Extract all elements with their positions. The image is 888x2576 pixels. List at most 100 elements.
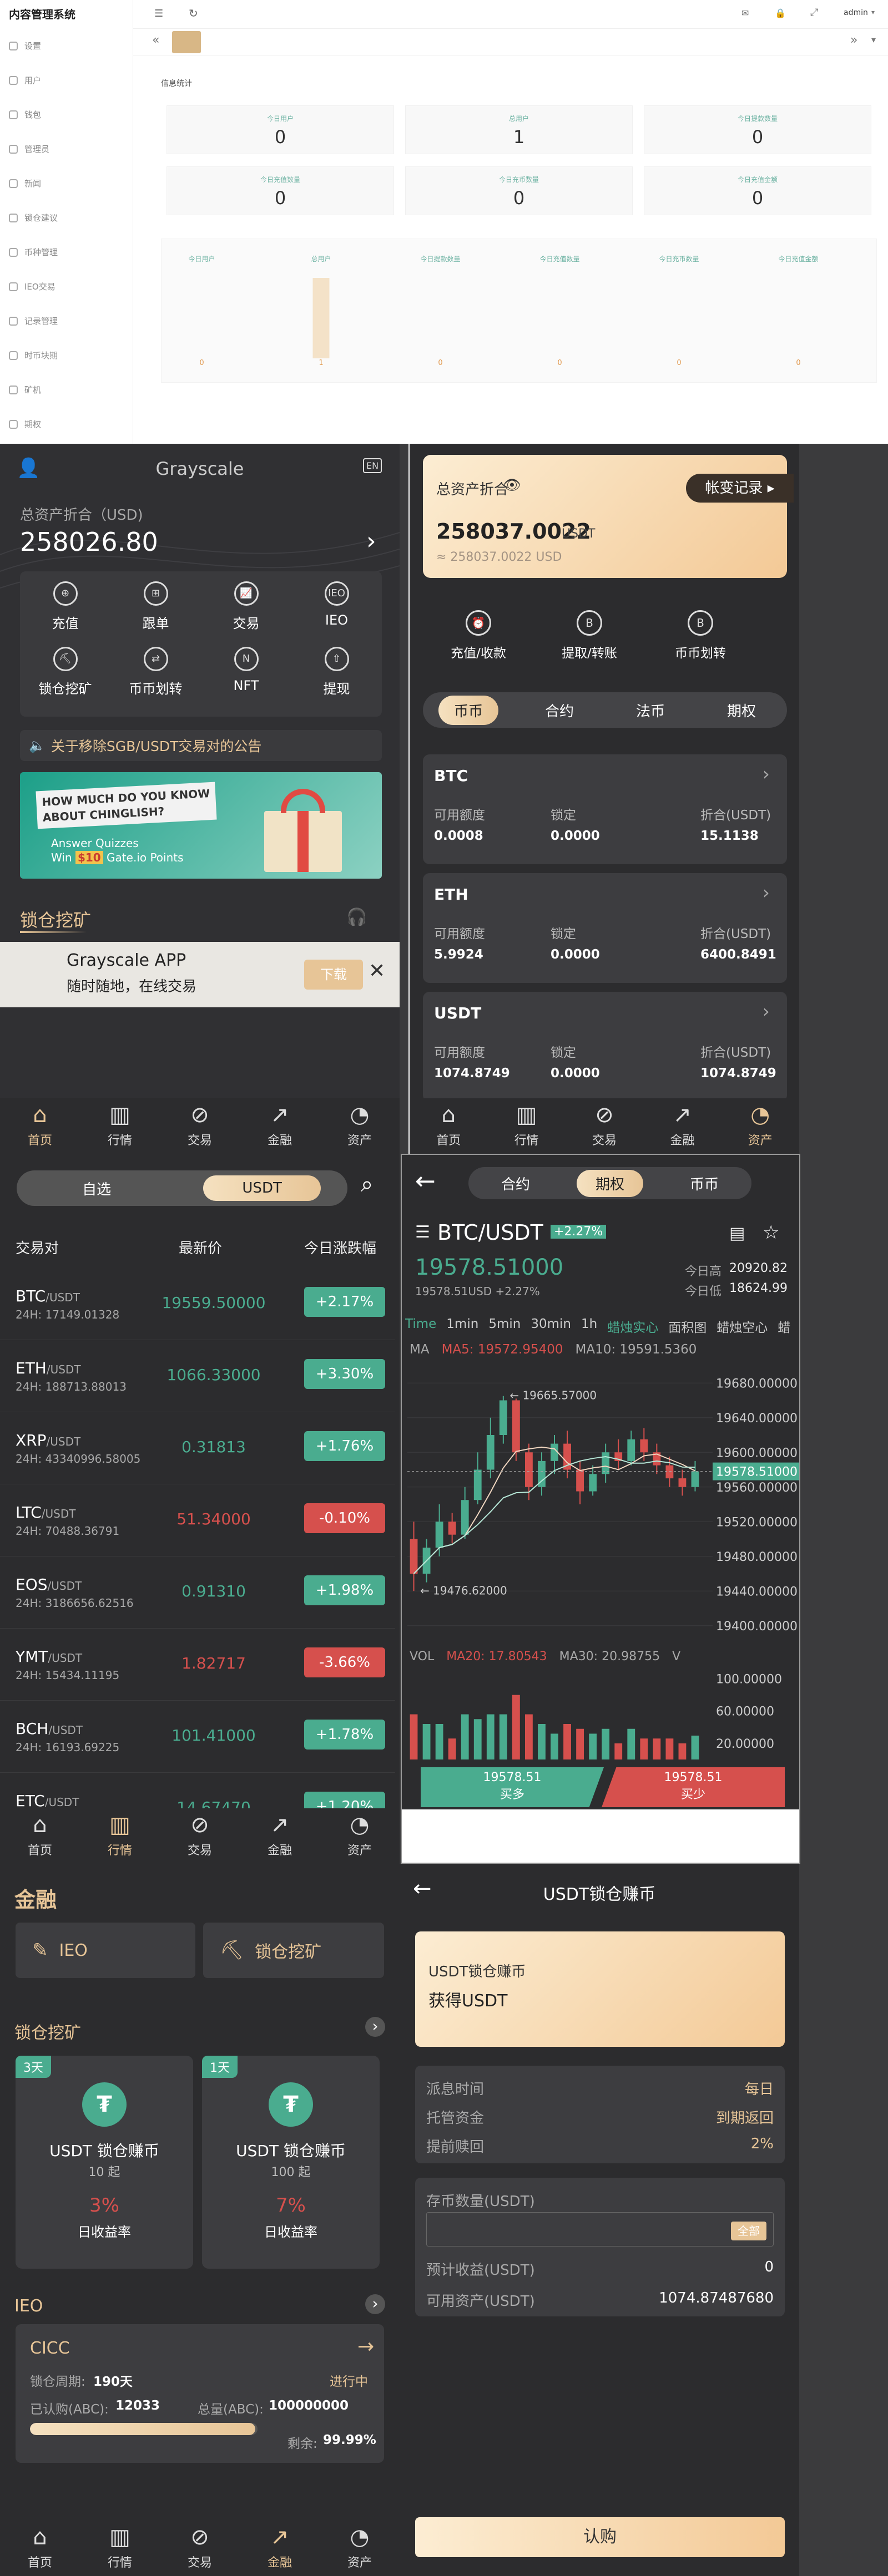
tab-home[interactable]: ⌂ 首页 xyxy=(28,1814,52,1858)
quick-action-item[interactable]: N NFT xyxy=(201,647,291,693)
max-button[interactable]: 全部 xyxy=(731,2222,766,2240)
period-tab[interactable]: 1h xyxy=(581,1317,597,1336)
back-icon[interactable]: ← xyxy=(415,1167,436,1195)
period-tab[interactable]: 蜡烛空心 xyxy=(717,1317,768,1336)
tab-trade[interactable]: ⊘ 交易 xyxy=(188,2526,212,2570)
tab-assets[interactable]: ◔ 资产 xyxy=(347,1104,372,1148)
quick-action-item[interactable]: ⊞ 跟单 xyxy=(110,581,201,632)
eye-icon[interactable]: 👁 xyxy=(503,477,521,494)
chevron-down-icon[interactable]: ▾ xyxy=(871,8,875,16)
sidebar-item[interactable]: 钱包 xyxy=(0,98,133,132)
tab-trade[interactable]: ⊘ 交易 xyxy=(188,1104,212,1148)
sidebar-item[interactable]: 用户 xyxy=(0,63,133,98)
tab-market[interactable]: ▥ 行情 xyxy=(514,1104,539,1148)
asset-action[interactable]: ⏰ 充值/收款 xyxy=(423,610,534,661)
sidebar-item[interactable]: 时币块期 xyxy=(0,338,133,373)
tab-trade[interactable]: ⊘ 交易 xyxy=(592,1104,617,1148)
document-icon[interactable]: ▤ xyxy=(729,1224,745,1243)
subscribe-button[interactable]: 认购 xyxy=(415,2517,785,2557)
message-icon[interactable]: ✉ xyxy=(741,8,749,18)
sidebar-item[interactable]: 锁仓建议 xyxy=(0,201,133,235)
language-button[interactable]: EN xyxy=(363,458,382,473)
tab-market[interactable]: ▥ 行情 xyxy=(108,2526,132,2570)
asset-action[interactable]: B 提取/转账 xyxy=(534,610,645,661)
tab-assets[interactable]: ◔ 资产 xyxy=(347,2526,372,2570)
admin-user[interactable]: admin xyxy=(844,8,868,17)
market-tab[interactable]: 自选 xyxy=(43,1174,150,1203)
tab-assets[interactable]: ◔ 资产 xyxy=(748,1104,773,1148)
ieo-button[interactable]: ✎ IEO xyxy=(16,1923,195,1978)
quick-action-item[interactable]: ⇄ 币币划转 xyxy=(110,647,201,697)
lock-mining-button[interactable]: ⛏ 锁仓挖矿 xyxy=(203,1923,384,1978)
tab-trade[interactable]: ⊘ 交易 xyxy=(188,1814,212,1858)
period-tab[interactable]: Time xyxy=(405,1317,436,1336)
notice-bar[interactable]: 🔈 关于移除SGB/USDT交易对的公告 xyxy=(20,730,382,761)
sidebar-item[interactable]: 设置 xyxy=(0,29,133,63)
market-row[interactable]: LTC/USDT 24H: 70488.36791 51.34000 -0.10% xyxy=(0,1484,395,1556)
lock-icon[interactable]: 🔒 xyxy=(775,8,786,18)
tabs-prev-icon[interactable]: « xyxy=(152,33,159,47)
amount-input[interactable]: 全部 xyxy=(426,2212,774,2247)
sidebar-item[interactable]: 管理员 xyxy=(0,132,133,166)
coin-card[interactable]: BTC › 可用额度 0.0008 锁定 0.0000 折合(USDT) 15.1138 xyxy=(423,754,787,864)
asset-tab[interactable]: 期权 xyxy=(712,696,771,725)
close-icon[interactable]: ✕ xyxy=(369,960,385,982)
tab-home[interactable]: ⌂ 首页 xyxy=(28,1104,52,1148)
sidebar-item[interactable]: 新闻 xyxy=(0,166,133,201)
lock-product-card[interactable]: 1天 ₮ USDT 锁仓赚币 100 起 7% 日收益率 xyxy=(202,2056,380,2269)
download-button[interactable]: 下载 xyxy=(304,960,363,990)
tab-market[interactable]: ▥ 行情 xyxy=(108,1104,132,1148)
period-tab[interactable]: 蜡烛实心 xyxy=(607,1317,658,1336)
quick-action-item[interactable]: ⇧ 提现 xyxy=(291,647,382,697)
tab-home[interactable]: ⌂ 首页 xyxy=(28,2526,52,2570)
sidebar-item[interactable]: 币种管理 xyxy=(0,235,133,270)
fullscreen-icon[interactable]: ⤢ xyxy=(810,7,818,18)
tab-finance[interactable]: ↗ 金融 xyxy=(268,2526,292,2570)
tabs-next-icon[interactable]: » xyxy=(850,33,857,47)
tab-finance[interactable]: ↗ 金融 xyxy=(670,1104,694,1148)
record-button[interactable]: 帐变记录 ▸ xyxy=(686,474,794,503)
market-row[interactable]: YMT/USDT 24H: 15434.11195 1.82717 -3.66% xyxy=(0,1629,395,1701)
promo-banner[interactable]: HOW MUCH DO YOU KNOW ABOUT CHINGLISH? An… xyxy=(20,772,382,879)
coin-card[interactable]: ETH › 可用额度 5.9924 锁定 0.0000 折合(USDT) 6400.8491 xyxy=(423,873,787,983)
market-row[interactable]: ETH/USDT 24H: 188713.88013 1066.33000 +3.30… xyxy=(0,1340,395,1412)
market-row[interactable]: EOS/USDT 24H: 3186656.62516 0.91310 +1.98% xyxy=(0,1556,395,1629)
market-row[interactable]: XRP/USDT 24H: 43340996.58005 0.31813 +1.76% xyxy=(0,1412,395,1484)
sidebar-item[interactable]: IEO交易 xyxy=(0,270,133,304)
list-icon[interactable]: ☰ xyxy=(415,1223,430,1242)
ieo-card[interactable]: CICC → 锁仓周期: 190天 进行中 已认购(ABC): 12033 总量… xyxy=(16,2324,384,2463)
tab-finance[interactable]: ↗ 金融 xyxy=(268,1814,292,1858)
ieo-more-icon[interactable]: › xyxy=(365,2294,385,2314)
chevron-right-icon[interactable]: › xyxy=(366,527,376,555)
sidebar-item[interactable]: 期权 xyxy=(0,407,133,442)
sidebar-item[interactable]: 矿机 xyxy=(0,373,133,407)
quick-action-item[interactable]: ⊕ 充值 xyxy=(20,581,110,632)
buy-long-button[interactable]: 19578.51 买多 xyxy=(421,1767,604,1807)
period-tab[interactable]: 5min xyxy=(488,1317,521,1336)
kline-mode-tab[interactable]: 合约 xyxy=(482,1170,549,1197)
arrow-right-icon[interactable]: → xyxy=(357,2335,374,2358)
quick-action-item[interactable]: 📈 交易 xyxy=(201,581,291,632)
candlestick-chart[interactable]: 19680.00000 19640.00000 19600.00000 19560.0… xyxy=(402,1360,800,1649)
asset-tab[interactable]: 合约 xyxy=(529,696,589,725)
asset-tab[interactable]: 法币 xyxy=(620,696,680,725)
collapse-menu-icon[interactable]: ☰ xyxy=(154,8,163,19)
market-row[interactable]: BCH/USDT 24H: 16193.69225 101.41000 +1.78% xyxy=(0,1701,395,1773)
headset-icon[interactable]: 🎧 xyxy=(346,907,367,927)
search-icon[interactable]: ⌕ xyxy=(361,1172,373,1197)
quick-action-item[interactable]: IEO IEO xyxy=(291,581,382,628)
quick-action-item[interactable]: ⛏ 锁仓挖矿 xyxy=(20,647,110,697)
period-tab[interactable]: 30min xyxy=(531,1317,571,1336)
coin-card[interactable]: USDT › 可用额度 1074.8749 锁定 0.0000 折合(USDT) 1074.8… xyxy=(423,992,787,1102)
lock-product-card[interactable]: 3天 ₮ USDT 锁仓赚币 10 起 3% 日收益率 xyxy=(16,2056,193,2269)
asset-action[interactable]: B 币币划转 xyxy=(645,610,756,661)
tabs-menu-icon[interactable]: ▾ xyxy=(871,34,876,45)
market-tab[interactable]: USDT xyxy=(203,1175,321,1201)
sidebar-item[interactable]: 记录管理 xyxy=(0,304,133,338)
asset-tab[interactable]: 币币 xyxy=(438,695,498,725)
tab-assets[interactable]: ◔ 资产 xyxy=(347,1814,372,1858)
kline-mode-tab[interactable]: 币币 xyxy=(671,1170,738,1197)
tab-finance[interactable]: ↗ 金融 xyxy=(268,1104,292,1148)
star-icon[interactable]: ☆ xyxy=(763,1221,779,1244)
sell-short-button[interactable]: 19578.51 买少 xyxy=(602,1767,785,1807)
